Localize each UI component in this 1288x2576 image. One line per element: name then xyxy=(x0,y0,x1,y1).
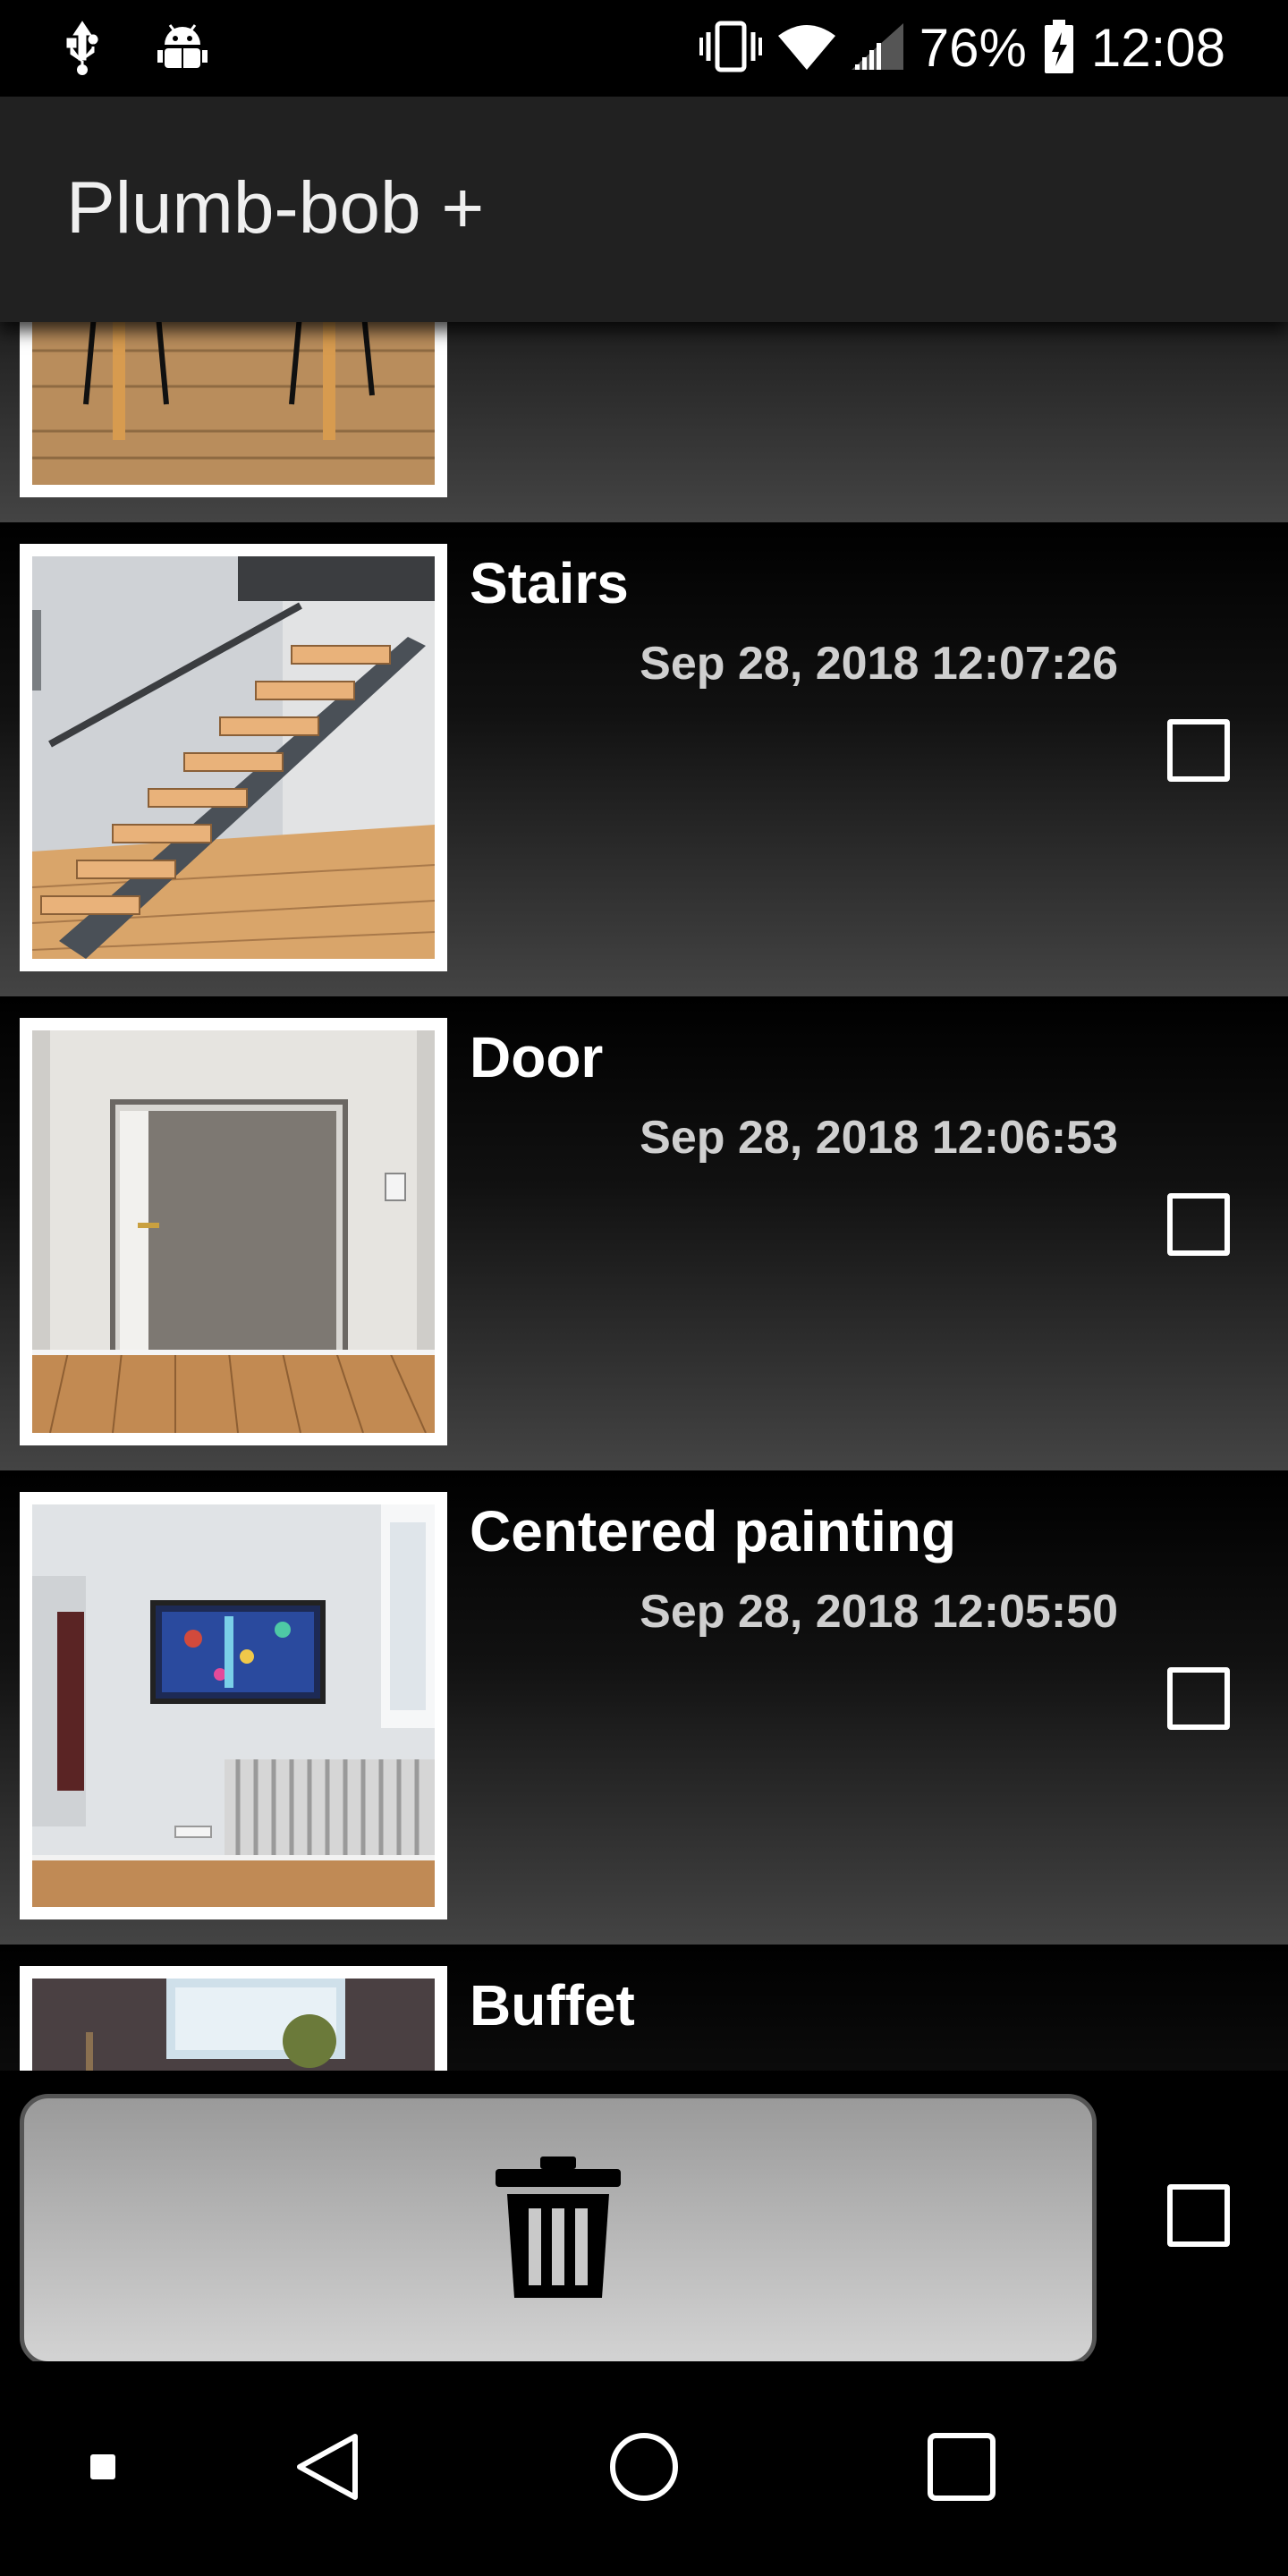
wifi-icon xyxy=(777,23,835,74)
photo-thumbnail[interactable] xyxy=(20,1966,447,2071)
battery-charging-icon xyxy=(1043,19,1075,78)
vibrate-icon xyxy=(699,20,762,78)
bottom-action-bar xyxy=(0,2071,1288,2366)
navigation-bar xyxy=(0,2361,1288,2576)
home-button[interactable] xyxy=(595,2361,693,2576)
list-item[interactable]: Stairs Sep 28, 2018 12:07:26 xyxy=(0,522,1288,1000)
photo-date: Sep 28, 2018 12:06:53 xyxy=(640,1112,1118,1164)
photo-title: Stairs xyxy=(470,551,629,615)
select-checkbox[interactable] xyxy=(1167,719,1230,782)
select-checkbox[interactable] xyxy=(1167,1667,1230,1730)
photo-date: Sep 28, 2018 12:05:50 xyxy=(640,1586,1118,1638)
trash-icon xyxy=(491,2156,625,2304)
recent-dot-button[interactable] xyxy=(72,2361,134,2576)
status-left xyxy=(63,20,208,81)
photo-date: Sep 28, 2018 12:07:26 xyxy=(640,638,1118,690)
clock: 12:08 xyxy=(1090,18,1225,78)
signal-icon xyxy=(851,22,903,74)
list-item[interactable]: Door Sep 28, 2018 12:06:53 xyxy=(0,996,1288,1474)
photo-thumbnail[interactable] xyxy=(20,1018,447,1445)
select-all-checkbox[interactable] xyxy=(1167,2184,1230,2247)
recent-dot-icon xyxy=(90,2453,115,2484)
photo-thumbnail[interactable] xyxy=(20,322,447,497)
photo-thumbnail[interactable] xyxy=(20,544,447,971)
photo-thumbnail[interactable] xyxy=(20,1492,447,1919)
photo-title: Buffet xyxy=(470,1973,635,2038)
status-right: 76% 12:08 xyxy=(699,16,1225,80)
status-bar: 76% 12:08 xyxy=(0,0,1288,97)
usb-icon xyxy=(63,20,102,81)
back-button[interactable] xyxy=(277,2361,376,2576)
photo-title: Centered painting xyxy=(470,1499,957,1563)
overview-icon xyxy=(926,2431,997,2507)
android-debug-icon xyxy=(157,21,208,80)
photo-list[interactable]: Stairs Sep 28, 2018 12:07:26 Door Sep 28… xyxy=(0,322,1288,2071)
overview-button[interactable] xyxy=(912,2361,1011,2576)
list-item[interactable] xyxy=(0,322,1288,526)
home-icon xyxy=(608,2431,680,2507)
list-item[interactable]: Buffet xyxy=(0,1945,1288,2071)
delete-button[interactable] xyxy=(20,2094,1097,2366)
photo-title: Door xyxy=(470,1025,604,1089)
app-title: Plumb-bob + xyxy=(66,167,485,249)
list-item[interactable]: Centered painting Sep 28, 2018 12:05:50 xyxy=(0,1470,1288,1948)
back-icon xyxy=(292,2431,360,2507)
app-bar: Plumb-bob + xyxy=(0,97,1288,322)
select-checkbox[interactable] xyxy=(1167,1193,1230,1256)
battery-percent: 76% xyxy=(919,18,1027,78)
